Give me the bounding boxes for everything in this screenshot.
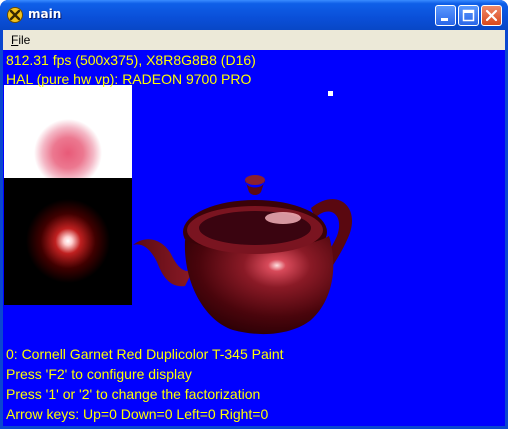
hud-arrow-keys: Arrow keys: Up=0 Down=0 Left=0 Right=0 (6, 406, 269, 422)
menu-bar: File (3, 30, 505, 50)
maximize-button[interactable] (458, 5, 479, 26)
teapot-model (133, 175, 353, 335)
title-bar[interactable]: main (0, 0, 508, 30)
hud-fps-line: 812.31 fps (500x375), X8R8G8B8 (D16) (6, 52, 256, 68)
hud-help-f2: Press 'F2' to configure display (6, 366, 192, 382)
texture-preview-specular (4, 178, 132, 305)
application-window: main File 812.31 fps (500x375), X8R8G8B8… (0, 0, 508, 429)
hud-material-line: 0: Cornell Garnet Red Duplicolor T-345 P… (6, 346, 284, 362)
maximize-icon (462, 9, 475, 22)
hud-help-factorization: Press '1' or '2' to change the factoriza… (6, 386, 261, 402)
light-indicator-dot (328, 91, 333, 96)
menu-file-label: ile (18, 33, 31, 47)
directx-x-icon (7, 7, 23, 23)
minimize-button[interactable] (435, 5, 456, 26)
render-viewport[interactable]: 812.31 fps (500x375), X8R8G8B8 (D16) HAL… (3, 50, 505, 426)
close-button[interactable] (481, 5, 502, 26)
hud-device-line: HAL (pure hw vp): RADEON 9700 PRO (6, 71, 252, 87)
minimize-icon (441, 18, 448, 21)
close-icon (485, 9, 498, 22)
menu-file[interactable]: File (11, 33, 30, 47)
window-title: main (28, 7, 62, 21)
specular-highlight-spot (4, 178, 132, 305)
texture-preview-blur (4, 85, 132, 187)
blurred-pink-spot (4, 85, 132, 187)
